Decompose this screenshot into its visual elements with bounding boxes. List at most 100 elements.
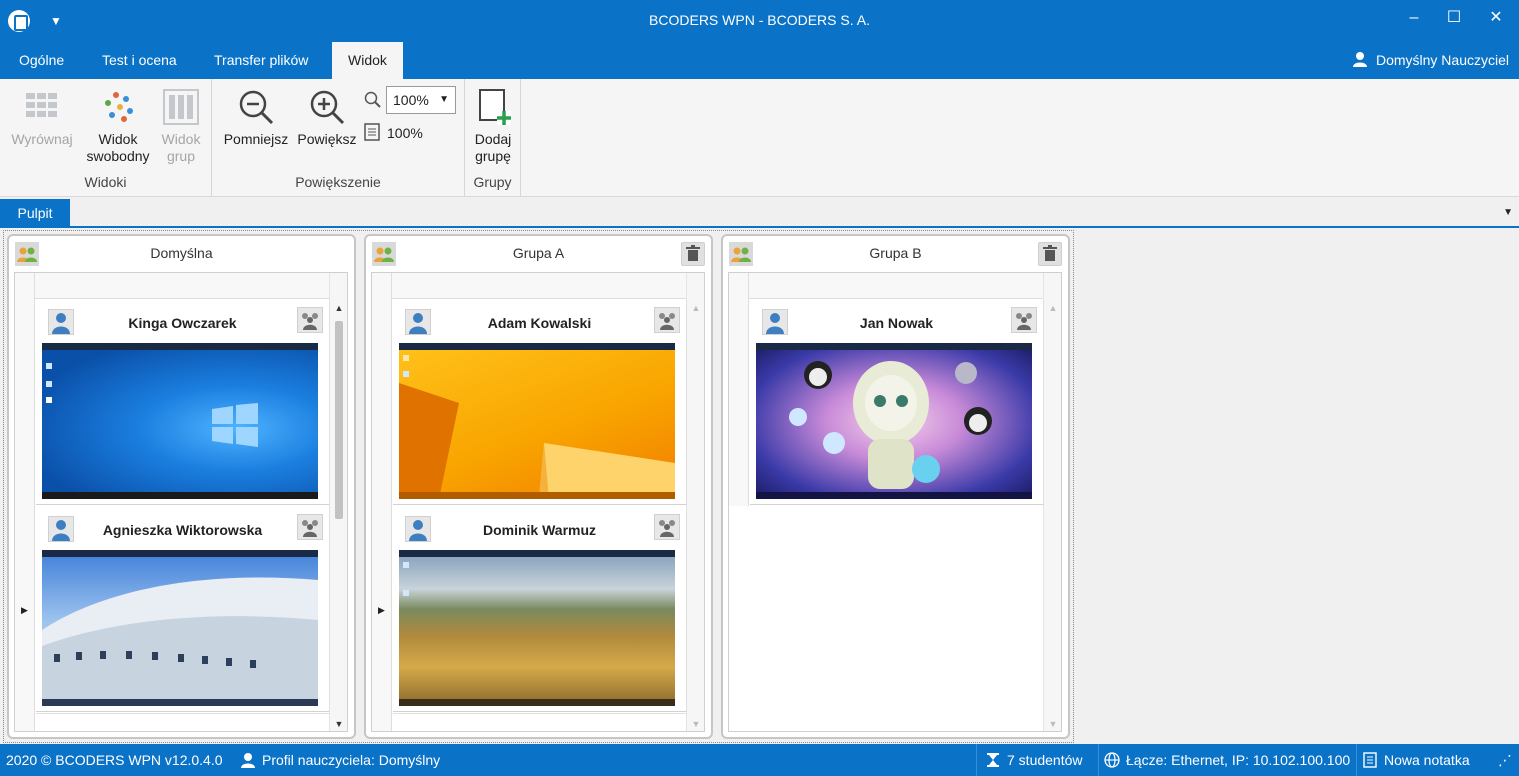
vertical-scrollbar[interactable]: ▲ ▼ — [329, 273, 347, 731]
trash-icon[interactable] — [1038, 242, 1062, 266]
trash-icon[interactable] — [681, 242, 705, 266]
tab-transfer-plikow[interactable]: Transfer plików — [198, 42, 324, 79]
student-grid: ▶ ▲ ▼ Kinga Owczarek Agnieszka Wiktorows… — [14, 272, 348, 732]
group-label-widoki: Widoki — [84, 174, 127, 190]
scroll-down-icon[interactable]: ▼ — [687, 719, 705, 729]
minimize-button[interactable]: – — [1398, 6, 1430, 30]
maximize-button[interactable]: ☐ — [1438, 6, 1470, 30]
globe-icon — [1104, 752, 1120, 768]
tab-pulpit[interactable]: Pulpit — [0, 199, 70, 228]
group-title: Domyślna — [150, 245, 213, 261]
status-bar: 2020 © BCODERS WPN v12.0.4.0 Profil nauc… — [0, 744, 1519, 776]
move-to-group-icon[interactable] — [1011, 307, 1037, 333]
student-card[interactable]: Jan Nowak — [750, 299, 1044, 505]
move-to-group-icon[interactable] — [297, 307, 323, 333]
scroll-down-icon[interactable]: ▼ — [1044, 719, 1062, 729]
grid-row-header — [729, 273, 749, 506]
user-name: Domyślny Nauczyciel — [1375, 52, 1509, 68]
scroll-up-icon[interactable]: ▲ — [330, 303, 348, 313]
free-view-label-2: swobodny — [86, 148, 150, 164]
user-menu[interactable]: Domyślny Nauczyciel — [1352, 42, 1509, 79]
row-pointer-icon: ▶ — [21, 605, 28, 615]
screen-thumbnail-windows8[interactable] — [399, 343, 675, 499]
screen-thumbnail-windows10[interactable] — [42, 343, 318, 499]
student-name: Dominik Warmuz — [482, 522, 597, 538]
group-panel-grupa-a: Grupa A ▶ ▲ ▼ Adam Kowalski Dominik Warm… — [364, 234, 713, 739]
student-card[interactable]: Adam Kowalski — [393, 299, 687, 505]
group-view-button[interactable]: Widok grup — [156, 87, 206, 165]
students-count: 7 studentów — [985, 744, 1083, 776]
add-group-label-2: grupę — [475, 148, 511, 164]
group-view-label-1: Widok — [161, 131, 201, 147]
student-avatar-icon[interactable] — [48, 516, 74, 542]
document-tab-bar: Pulpit ▼ — [0, 197, 1519, 228]
student-name: Kinga Owczarek — [128, 315, 237, 331]
group-panel-grupa-b: Grupa B ▲ ▼ Jan Nowak — [721, 234, 1070, 739]
student-card[interactable]: Kinga Owczarek — [36, 299, 330, 505]
grid-header — [729, 273, 1061, 299]
grid-align-icon — [26, 93, 57, 117]
teacher-profile[interactable]: Profil nauczyciela: Domyślny — [240, 744, 440, 776]
scrollbar-thumb[interactable] — [335, 321, 343, 519]
connection-info: Łącze: Ethernet, IP: 10.102.100.100 — [1104, 744, 1350, 776]
grid-row-divider — [393, 713, 687, 714]
move-to-group-icon[interactable] — [654, 514, 680, 540]
add-group-icon — [479, 89, 511, 125]
page-icon — [364, 123, 380, 141]
add-group-label-1: Dodaj — [474, 131, 512, 147]
scroll-down-icon[interactable]: ▼ — [330, 719, 348, 729]
tab-ogolne[interactable]: Ogólne — [3, 42, 80, 79]
grid-header — [372, 273, 704, 299]
ribbon: Wyrównaj Widok swobodny Widok grup Widok… — [0, 79, 1519, 197]
move-to-group-icon[interactable] — [654, 307, 680, 333]
tab-test-i-ocena[interactable]: Test i ocena — [86, 42, 193, 79]
zoom-in-label: Powiększ — [297, 131, 357, 147]
connection-label: Łącze: Ethernet, IP: 10.102.100.100 — [1126, 752, 1351, 768]
screen-thumbnail-building[interactable] — [42, 550, 318, 706]
resize-grip-icon[interactable]: ⋰ — [1498, 744, 1512, 776]
student-avatar-icon[interactable] — [762, 309, 788, 335]
new-note-button[interactable]: Nowa notatka — [1362, 744, 1470, 776]
new-note-label: Nowa notatka — [1384, 752, 1470, 768]
screen-thumbnail-field[interactable] — [399, 550, 675, 706]
student-avatar-icon[interactable] — [405, 309, 431, 335]
scroll-up-icon[interactable]: ▲ — [1044, 303, 1062, 313]
align-label: Wyrównaj — [11, 131, 73, 147]
free-view-button[interactable]: Widok swobodny — [82, 87, 154, 165]
title-bar: ▼ BCODERS WPN - BCODERS S. A. – ☐ ✕ — [0, 0, 1519, 42]
note-icon — [1363, 752, 1377, 768]
zoom-out-label: Pomniejsz — [223, 131, 289, 147]
align-button[interactable]: Wyrównaj — [6, 87, 78, 148]
student-avatar-icon[interactable] — [405, 516, 431, 542]
student-grid: ▶ ▲ ▼ Adam Kowalski Dominik Warmuz — [371, 272, 705, 732]
windows-logo-icon — [212, 403, 258, 447]
magnifier-icon — [364, 91, 381, 108]
tab-widok[interactable]: Widok — [332, 42, 403, 79]
student-card[interactable]: Agnieszka Wiktorowska — [36, 506, 330, 712]
vertical-scrollbar[interactable]: ▲ ▼ — [686, 273, 704, 731]
ribbon-tab-row: Ogólne Test i ocena Transfer plików Wido… — [0, 42, 1519, 79]
close-button[interactable]: ✕ — [1480, 6, 1512, 30]
grid-row-header — [372, 273, 392, 731]
status-separator — [976, 744, 977, 776]
grid-header — [15, 273, 347, 299]
screen-thumbnail-anime[interactable] — [756, 343, 1032, 499]
move-to-group-icon[interactable] — [297, 514, 323, 540]
group-label-grupy: Grupy — [473, 174, 512, 190]
zoom-in-button[interactable]: Powiększ — [292, 87, 362, 148]
tab-list-chevron-down-icon[interactable]: ▼ — [1503, 207, 1513, 218]
page-zoom-value: 100% — [387, 125, 423, 141]
zoom-select[interactable]: 100% ▼ — [386, 86, 456, 114]
student-avatar-icon[interactable] — [48, 309, 74, 335]
zoom-out-button[interactable]: Pomniejsz — [218, 87, 294, 148]
scroll-up-icon[interactable]: ▲ — [687, 303, 705, 313]
grid-row-divider — [36, 713, 330, 714]
grid-row-header — [15, 273, 35, 731]
hourglass-icon — [987, 753, 999, 767]
student-card[interactable]: Dominik Warmuz — [393, 506, 687, 712]
add-group-button[interactable]: Dodaj grupę — [467, 87, 519, 165]
group-panel-domyslna: Domyślna ▶ ▲ ▼ Kinga Owczarek Agnieszka … — [7, 234, 356, 739]
group-label-powiekszenie: Powiększenie — [295, 174, 381, 190]
vertical-scrollbar[interactable]: ▲ ▼ — [1043, 273, 1061, 731]
zoom-select-value: 100% — [393, 92, 429, 108]
